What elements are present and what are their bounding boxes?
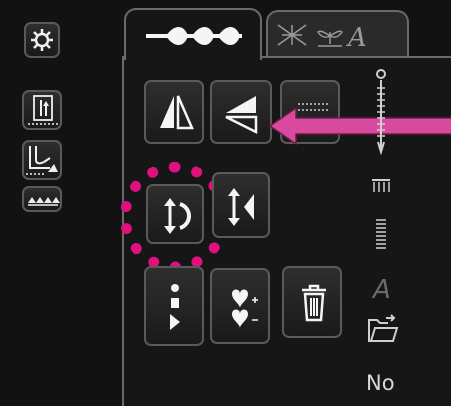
reverse-direction-icon (164, 198, 191, 234)
gear-icon (31, 29, 53, 51)
mirror-side-to-side-button[interactable] (144, 80, 204, 144)
stitch-sequence-icon (146, 27, 242, 45)
presser-foot-button[interactable] (22, 140, 62, 180)
pointer-arrow (268, 106, 451, 146)
feed-dogs-button[interactable] (22, 186, 62, 212)
no-label: No (366, 371, 395, 395)
pattern-repeat-button[interactable] (210, 268, 270, 344)
mirror-end-to-end-icon (225, 96, 258, 135)
stitch-length-button[interactable] (22, 90, 62, 130)
mirror-end-to-end-button[interactable] (210, 80, 272, 144)
mirror-flip-button[interactable] (212, 172, 270, 238)
single-pattern-button[interactable] (144, 266, 204, 346)
single-pattern-icon (170, 284, 180, 330)
stitch-length-icon (28, 95, 58, 125)
tab-embroidery[interactable]: A (266, 10, 409, 56)
stitch-width-icon[interactable] (366, 216, 396, 252)
svg-text:A: A (346, 23, 367, 53)
presser-foot-icon (26, 146, 58, 175)
delete-button[interactable] (282, 266, 342, 338)
feed-dogs-icon (28, 197, 60, 206)
reverse-direction-button[interactable] (146, 184, 204, 244)
pattern-repeat-icon (232, 289, 258, 328)
tab-stitch-sequence[interactable] (124, 8, 262, 60)
settings-button[interactable] (24, 22, 60, 58)
letter-icon[interactable]: A (368, 272, 398, 302)
trash-icon (302, 284, 326, 322)
needle-thread-icon[interactable] (366, 66, 396, 156)
tension-icon[interactable] (366, 174, 396, 196)
embroidery-font-icon: A (277, 23, 367, 53)
mirror-side-to-side-icon (160, 95, 194, 130)
mirror-flip-icon (228, 188, 254, 226)
svg-text:A: A (371, 275, 391, 302)
folder-icon[interactable] (366, 314, 400, 344)
